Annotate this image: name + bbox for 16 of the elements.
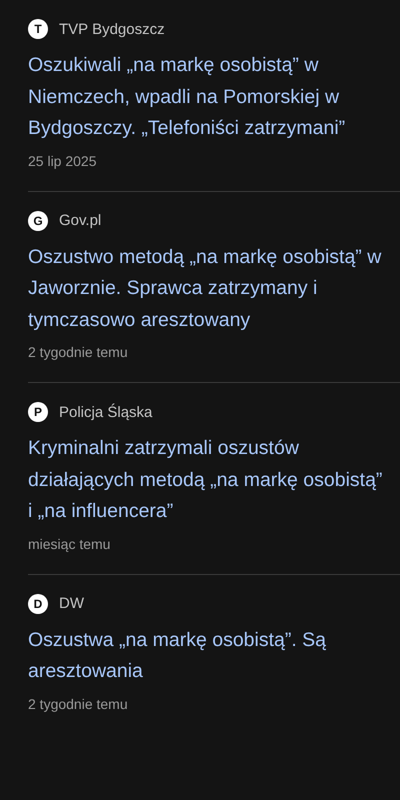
article-title-link[interactable]: Oszustwo metodą „na markę osobistą” w Jaworznie. Sprawca zatrzymany i tymczasowo aresztowany: [28, 242, 383, 336]
article-time: 25 lip 2025: [28, 152, 97, 170]
article-title-link[interactable]: Oszukiwali „na markę osobistą” w Niemczech, wpadli na Pomorskiej w Bydgoszczy. „Telefoniści zatrzymani”: [28, 50, 383, 144]
article-time: 2 tygodnie temu: [28, 694, 128, 714]
source-name: Policja Śląska: [59, 404, 152, 420]
source-logo-icon: P: [28, 402, 48, 422]
source-name: DW: [59, 595, 84, 612]
source-logo-icon: G: [28, 210, 48, 230]
source-name: TVP Bydgoszcz: [59, 20, 165, 38]
article-title-link[interactable]: Oszustwa „na markę osobistą”. Są aresztowania: [28, 624, 383, 688]
article-time: 2 tygodnie temu: [28, 343, 128, 362]
article-time: miesiąc temu: [28, 534, 110, 554]
source-logo-icon: T: [28, 19, 48, 39]
article-title-link[interactable]: Kryminalni zatrzymali oszustów działających metodą „na markę osobistą” i „na influencera”: [28, 433, 383, 528]
source-name: Gov.pl: [59, 212, 102, 229]
source-logo-icon: D: [28, 594, 48, 614]
